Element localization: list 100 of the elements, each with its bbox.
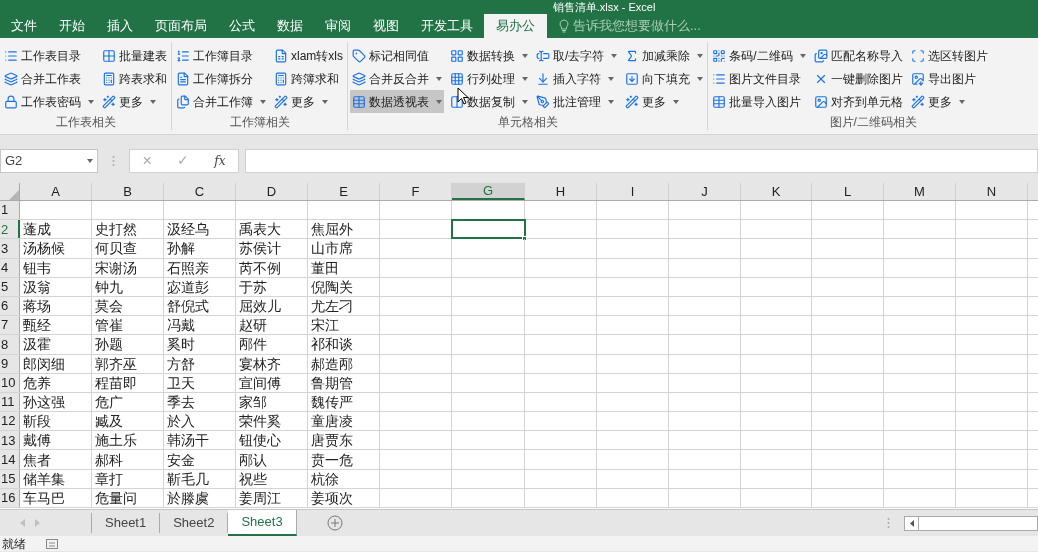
ribbon-tab[interactable]: 插入 bbox=[96, 14, 144, 38]
horizontal-scrollbar[interactable] bbox=[904, 515, 1038, 531]
ribbon-button[interactable]: 数据复制 bbox=[448, 90, 530, 113]
ribbon-button[interactable]: 工作簿目录 bbox=[174, 44, 268, 67]
column-header[interactable]: A bbox=[20, 183, 92, 200]
table-cell: 宓道彭 bbox=[167, 279, 209, 294]
column-header[interactable]: M bbox=[884, 183, 956, 200]
table-cell: 汲经乌 bbox=[167, 222, 209, 237]
row-header[interactable]: 3 bbox=[0, 239, 20, 258]
table-cell: 唐贾东 bbox=[311, 433, 353, 448]
ribbon-button[interactable]: 匹配名称导入 bbox=[811, 44, 905, 67]
table-cell: 董田 bbox=[311, 260, 339, 275]
table-cell: 芮不例 bbox=[239, 260, 281, 275]
ribbon-button[interactable]: 更多 bbox=[623, 90, 706, 113]
ribbon-button[interactable]: 跨表求和 bbox=[100, 67, 169, 90]
tool-icon bbox=[813, 48, 828, 63]
ribbon-button[interactable]: 更多 bbox=[272, 90, 345, 113]
add-sheet-icon[interactable] bbox=[326, 515, 343, 531]
ribbon-button[interactable]: 数据转换 bbox=[448, 44, 530, 67]
ribbon-tab[interactable]: 易办公 bbox=[484, 14, 547, 38]
ribbon-tab[interactable]: 开始 bbox=[48, 14, 96, 38]
formula-input[interactable] bbox=[245, 148, 1038, 173]
scroll-right-icon[interactable] bbox=[35, 519, 40, 527]
sheet-tab[interactable]: Sheet3 bbox=[228, 510, 297, 536]
ribbon-button[interactable]: 选区转图片 bbox=[908, 44, 990, 67]
column-header[interactable]: J bbox=[669, 183, 741, 200]
column-header[interactable]: K bbox=[741, 183, 812, 200]
ribbon-button[interactable]: 对齐到单元格 bbox=[811, 90, 905, 113]
column-header[interactable]: E bbox=[308, 183, 380, 200]
ribbon-button[interactable]: 行列处理 bbox=[448, 67, 530, 90]
row-header[interactable]: 7 bbox=[0, 316, 20, 335]
ribbon-button[interactable]: 工作表目录 bbox=[2, 44, 96, 67]
ribbon-button[interactable]: 取/去字符 bbox=[534, 44, 620, 67]
ribbon-button[interactable]: 加减乘除 bbox=[623, 44, 706, 67]
tool-icon bbox=[102, 71, 116, 86]
row-header[interactable]: 8 bbox=[0, 335, 20, 354]
ribbon-button[interactable]: 批量导入图片 bbox=[710, 90, 808, 113]
table-cell: 钮使心 bbox=[239, 433, 281, 448]
ribbon-button[interactable]: 跨簿求和 bbox=[272, 67, 345, 90]
column-header[interactable]: I bbox=[597, 183, 669, 200]
table-cell: 奚时 bbox=[167, 337, 195, 352]
caret-icon bbox=[436, 99, 442, 104]
ribbon-tab[interactable]: 页面布局 bbox=[144, 14, 218, 38]
row-header[interactable]: 12 bbox=[0, 412, 20, 431]
ribbon-button[interactable]: xlam转xls bbox=[272, 44, 345, 67]
tool-icon bbox=[4, 48, 18, 63]
cursor-icon bbox=[457, 87, 469, 105]
ribbon-tab[interactable]: 审阅 bbox=[314, 14, 362, 38]
ribbon-button[interactable]: 更多 bbox=[908, 90, 990, 113]
ribbon-button[interactable]: 合并反合并 bbox=[350, 67, 444, 90]
table-cell: 山市席 bbox=[311, 241, 353, 256]
column-header[interactable]: D bbox=[236, 183, 308, 200]
ribbon-button[interactable]: 工作表密码 bbox=[2, 90, 96, 113]
ribbon-tab[interactable]: 开发工具 bbox=[410, 14, 484, 38]
caret-icon bbox=[260, 99, 266, 104]
ribbon-button[interactable]: 一键删除图片 bbox=[811, 67, 905, 90]
ribbon-button[interactable]: 图片文件目录 bbox=[710, 67, 808, 90]
table-cell: 宣间傅 bbox=[239, 375, 281, 390]
table-cell: 钟九 bbox=[95, 279, 123, 294]
column-header[interactable]: H bbox=[525, 183, 597, 200]
row-header[interactable]: 2 bbox=[0, 220, 20, 239]
ribbon-button[interactable]: 工作簿拆分 bbox=[174, 67, 268, 90]
ribbon-button[interactable]: 插入字符 bbox=[534, 67, 620, 90]
ribbon-button[interactable]: 数据透视表 bbox=[350, 90, 444, 113]
ribbon-tab[interactable]: 视图 bbox=[362, 14, 410, 38]
column-header[interactable]: N bbox=[956, 183, 1028, 200]
caret-icon bbox=[88, 99, 94, 104]
ribbon-tab[interactable]: 公式 bbox=[218, 14, 266, 38]
group-label: 单元格相关 bbox=[497, 114, 558, 131]
row-header[interactable]: 1 bbox=[0, 201, 20, 220]
ribbon-button[interactable]: 合并工作簿 bbox=[174, 90, 268, 113]
column-header[interactable]: C bbox=[164, 183, 236, 200]
tool-icon bbox=[176, 94, 190, 109]
ribbon-button[interactable]: 批注管理 bbox=[534, 90, 620, 113]
ribbon-button[interactable]: 条码/二维码 bbox=[710, 44, 808, 67]
table-cell: 祝些 bbox=[239, 471, 267, 486]
table-cell: 倪陶关 bbox=[311, 279, 353, 294]
table-cell: 邴认 bbox=[239, 452, 267, 467]
column-header[interactable]: B bbox=[92, 183, 164, 200]
ribbon-button[interactable]: 更多 bbox=[100, 90, 169, 113]
column-header[interactable]: G bbox=[452, 183, 525, 200]
fill-handle[interactable] bbox=[522, 236, 527, 242]
table-cell: 蒋场 bbox=[23, 299, 51, 314]
insert-function-button[interactable]: fx bbox=[214, 151, 226, 170]
row-header[interactable]: 13 bbox=[0, 431, 20, 450]
ribbon-tab[interactable]: 文件 bbox=[0, 14, 48, 38]
ribbon-button[interactable]: 向下填充 bbox=[623, 67, 706, 90]
tool-icon bbox=[4, 94, 18, 109]
ribbon-button[interactable]: 合并工作表 bbox=[2, 67, 96, 90]
ribbon-button[interactable]: 批量建表 bbox=[100, 44, 169, 67]
ribbon-tab[interactable]: 数据 bbox=[266, 14, 314, 38]
row-header[interactable]: 14 bbox=[0, 450, 20, 469]
tool-icon bbox=[625, 71, 640, 86]
ribbon-button[interactable]: 导出图片 bbox=[908, 67, 990, 90]
ribbon-button[interactable]: 标记相同值 bbox=[350, 44, 444, 67]
table-cell: 邴件 bbox=[239, 337, 267, 352]
sheet-tab[interactable]: Sheet1 bbox=[92, 513, 161, 533]
name-box[interactable]: G2 bbox=[0, 148, 98, 173]
macro-record-icon[interactable] bbox=[46, 538, 58, 549]
column-header[interactable]: L bbox=[812, 183, 884, 200]
